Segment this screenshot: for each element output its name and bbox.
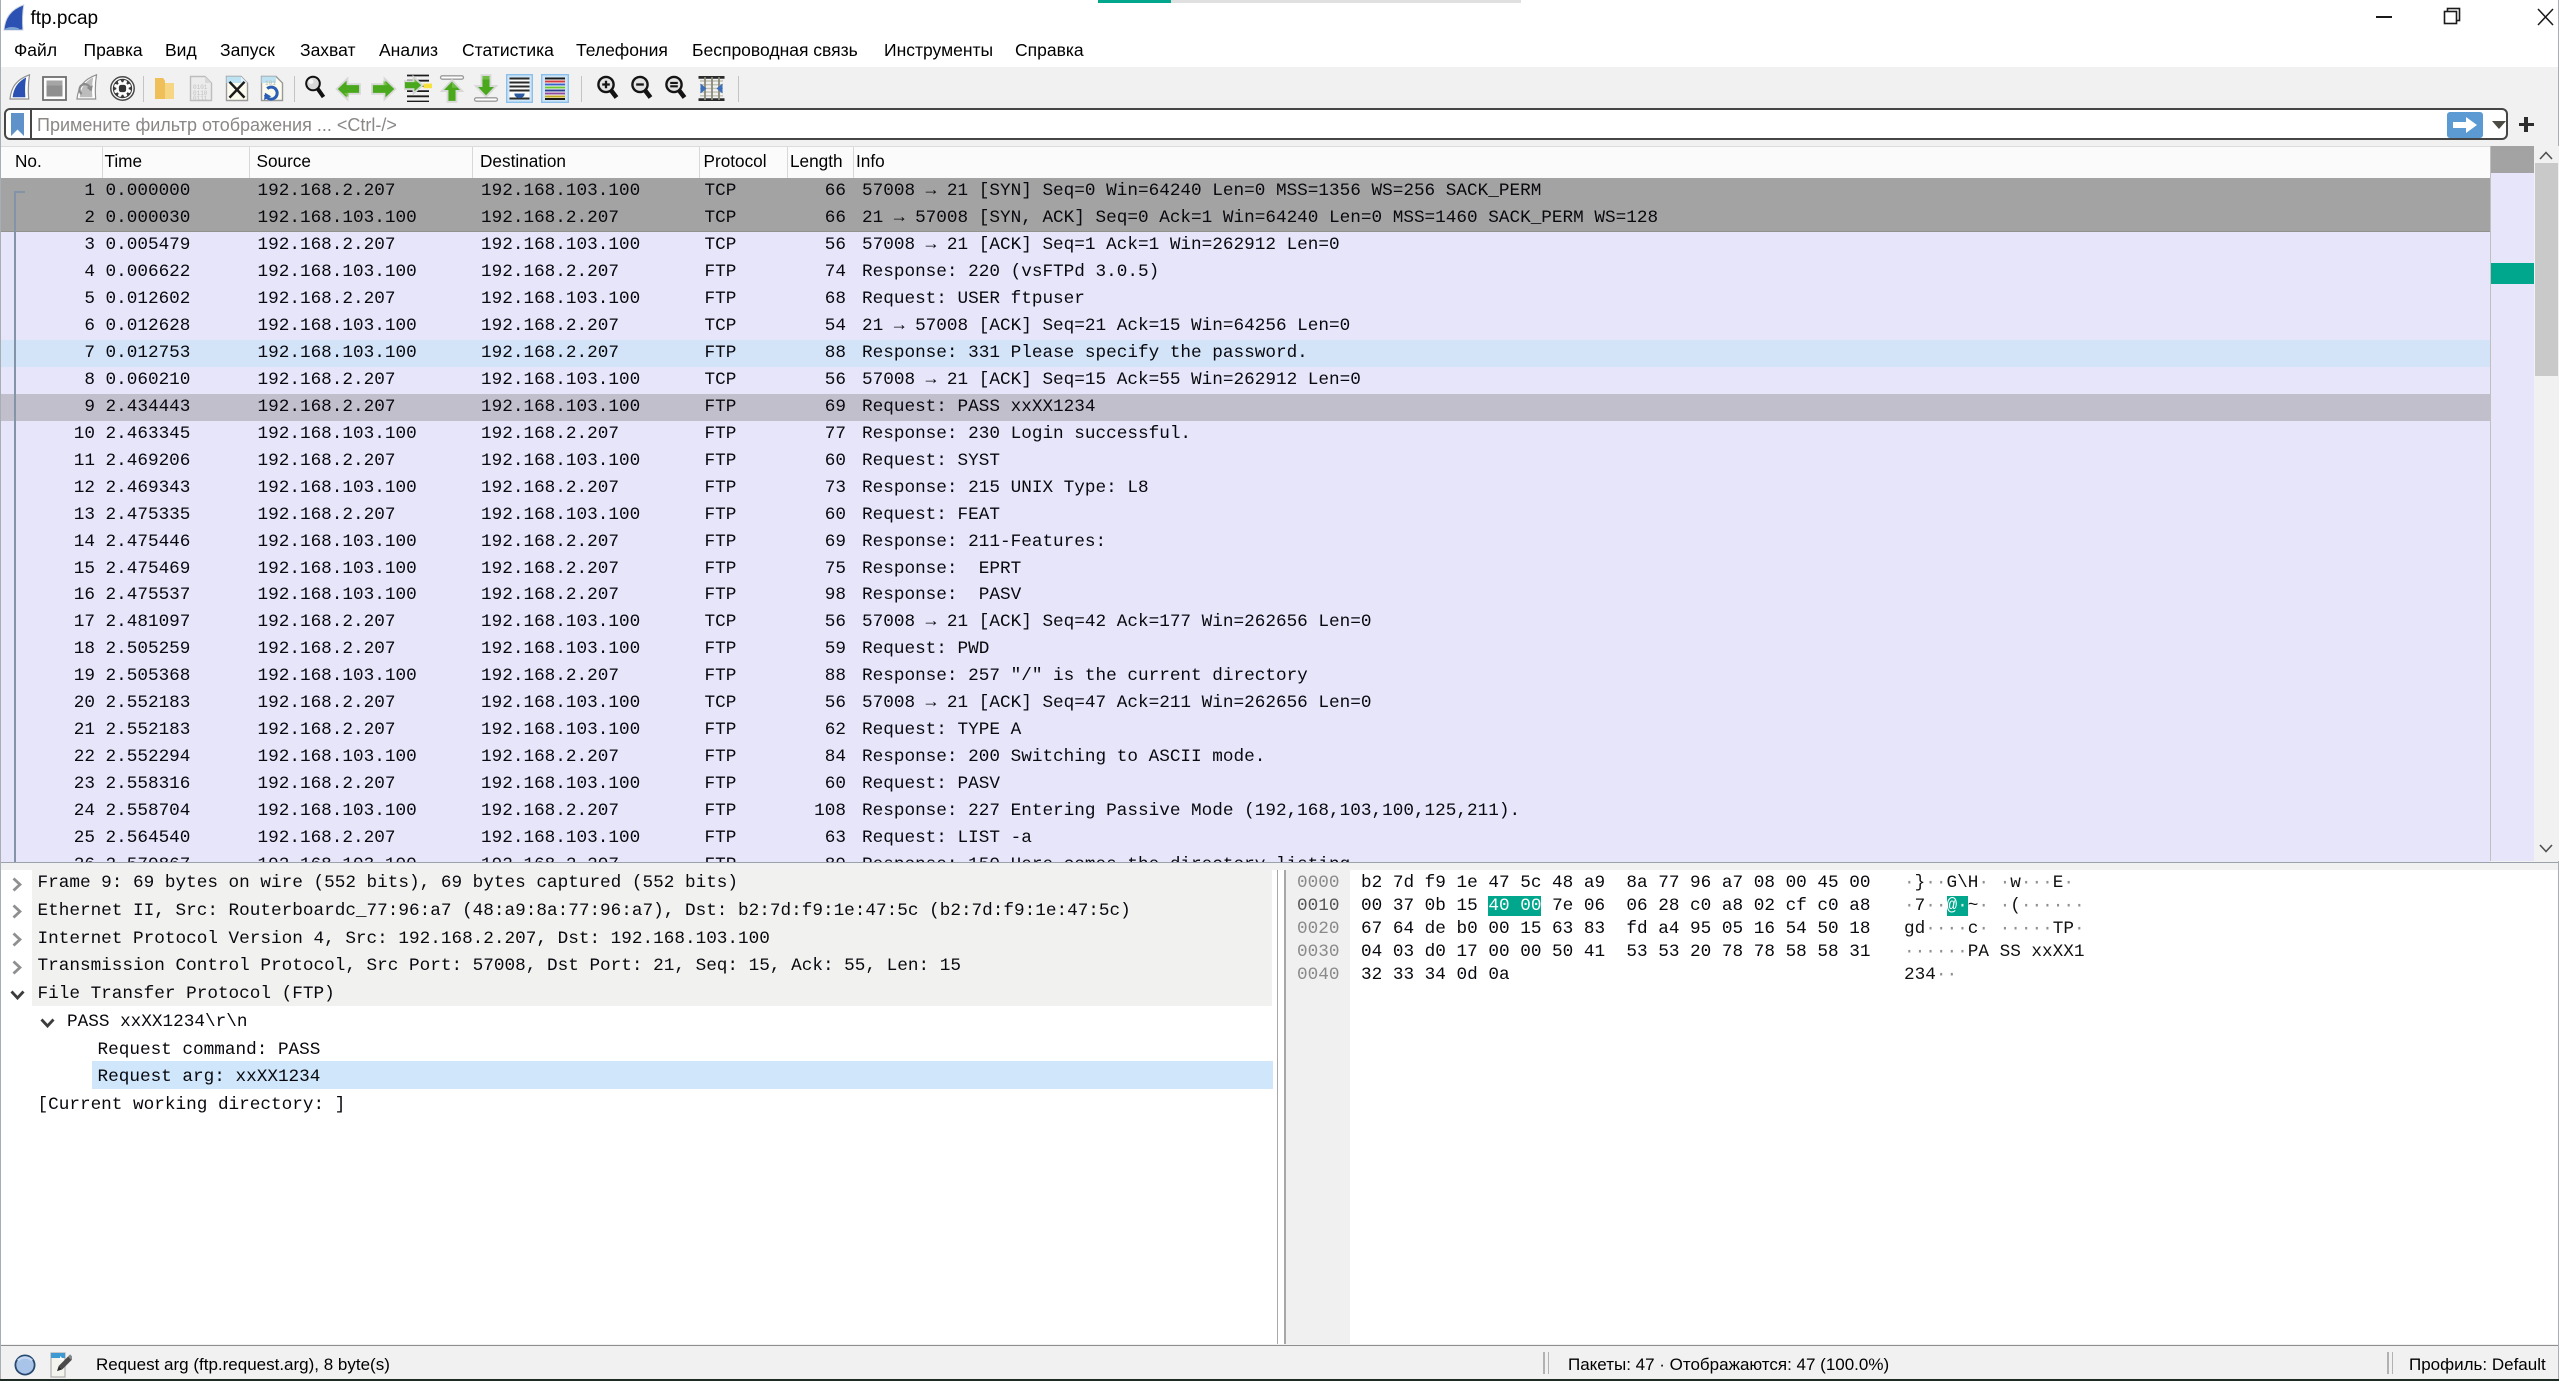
svg-text:0111: 0111 — [193, 95, 208, 102]
